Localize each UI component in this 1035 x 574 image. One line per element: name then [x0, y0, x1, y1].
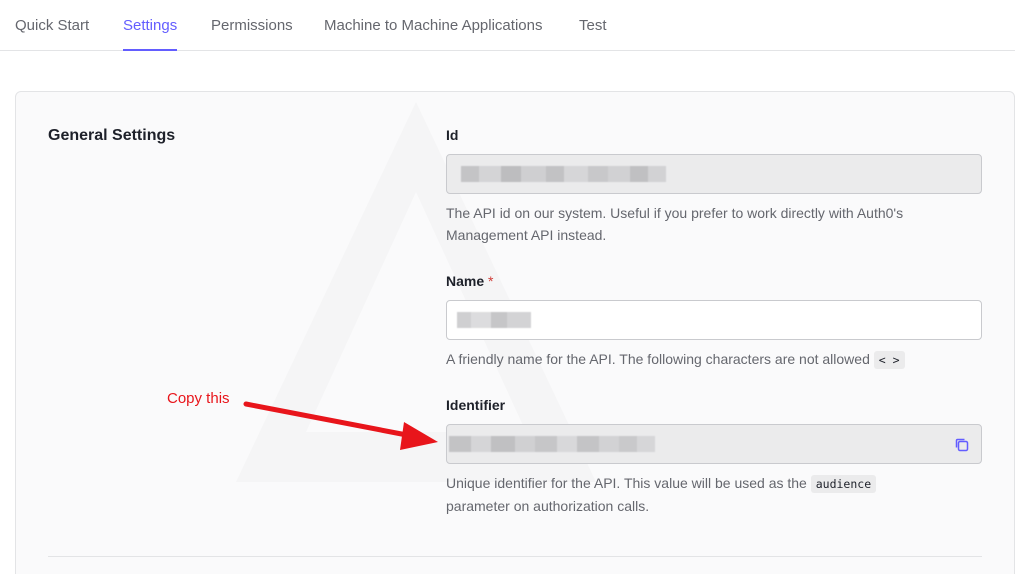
copy-icon[interactable] [953, 436, 971, 454]
tab-test[interactable]: Test [579, 17, 607, 35]
name-help-text: A friendly name for the API. The followi… [446, 348, 986, 371]
section-divider [48, 556, 982, 557]
redacted-value [457, 312, 531, 328]
tab-bar: Quick Start Settings Permissions Machine… [0, 0, 1015, 51]
name-help-prefix: A friendly name for the API. The followi… [446, 351, 870, 367]
tab-machine-to-machine-applications[interactable]: Machine to Machine Applications [324, 17, 542, 35]
identifier-help-prefix: Unique identifier for the API. This valu… [446, 475, 807, 491]
id-field[interactable] [446, 154, 982, 194]
name-label: Name * [446, 273, 493, 289]
identifier-field[interactable] [446, 424, 982, 464]
redacted-value [461, 166, 666, 182]
annotation-arrow-icon [243, 401, 438, 450]
tab-settings[interactable]: Settings [123, 17, 178, 51]
id-help-text: The API id on our system. Useful if you … [446, 205, 904, 243]
tab-permissions[interactable]: Permissions [211, 17, 293, 35]
section-title: General Settings [48, 127, 176, 144]
identifier-help-suffix: parameter on authorization calls. [446, 498, 650, 514]
identifier-label: Identifier [446, 397, 506, 413]
required-marker: * [488, 273, 494, 289]
id-label: Id [446, 127, 459, 143]
disallowed-chars: < > [873, 351, 905, 369]
name-field[interactable] [446, 300, 982, 340]
name-label-text: Name [446, 273, 485, 289]
audience-code: audience [810, 475, 877, 493]
redacted-value [449, 436, 655, 452]
tab-quick-start[interactable]: Quick Start [15, 17, 89, 35]
annotation-label: Copy this [167, 390, 230, 407]
identifier-help-text: Unique identifier for the API. This valu… [446, 472, 986, 517]
